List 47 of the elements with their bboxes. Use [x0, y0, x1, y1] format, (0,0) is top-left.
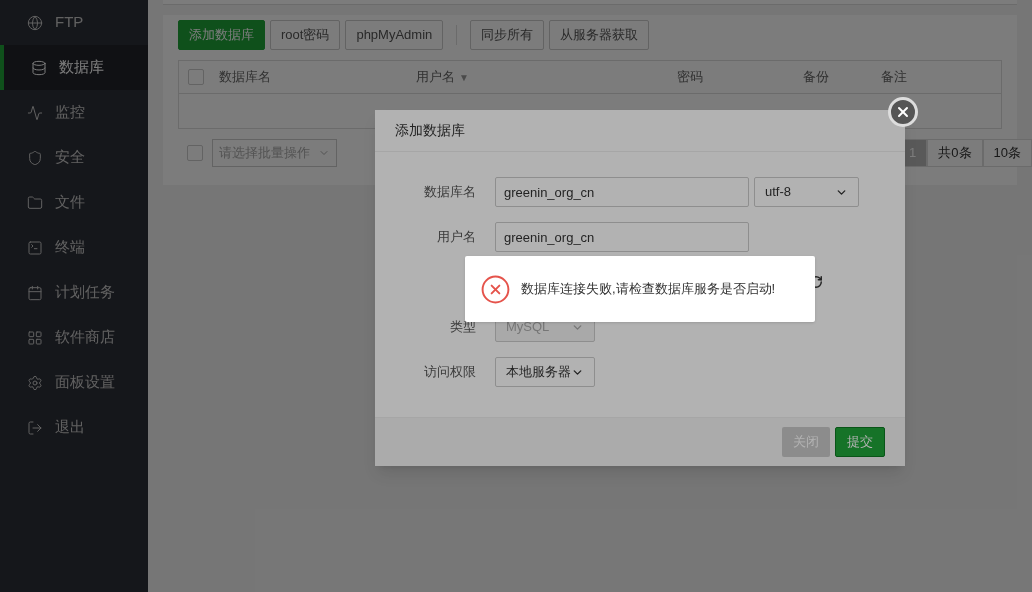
logout-icon: [27, 419, 43, 436]
field-label: 用户名: [436, 228, 476, 247]
field-label: 访问权限: [423, 363, 476, 382]
dialog-button[interactable]: 提交: [835, 427, 885, 457]
sidebar-item[interactable]: 文件: [0, 180, 148, 225]
sort-icon: ▼: [459, 69, 469, 85]
column-header[interactable]: 密码: [628, 67, 751, 87]
close-icon: [895, 104, 911, 120]
checkbox[interactable]: [187, 145, 203, 161]
error-icon: [480, 273, 511, 305]
sidebar-item[interactable]: 安全: [0, 135, 148, 180]
toast-message: 数据库连接失败,请检查数据库服务是否启动!: [521, 280, 776, 299]
field-label: 数据库名: [423, 183, 476, 202]
database-icon: [31, 59, 47, 76]
folder-icon: [27, 194, 43, 211]
sidebar-item[interactable]: 退出: [0, 405, 148, 450]
sidebar-item[interactable]: 计划任务: [0, 270, 148, 315]
select-field[interactable]: utf-8: [754, 177, 859, 207]
checkbox[interactable]: [188, 69, 204, 85]
dialog-title: 添加数据库: [395, 121, 465, 140]
pagination-item: 共0条: [927, 139, 983, 167]
sidebar-item[interactable]: 面板设置: [0, 360, 148, 405]
sidebar-item[interactable]: 数据库: [0, 45, 148, 90]
pagination-item: 10条: [982, 139, 1032, 167]
toolbar-button[interactable]: phpMyAdmin: [345, 20, 444, 50]
terminal-icon: [27, 239, 43, 256]
column-header[interactable]: 用户名 ▼: [416, 67, 628, 87]
calendar-icon: [27, 284, 43, 301]
text-field[interactable]: greenin_org_cn: [495, 222, 749, 252]
column-header[interactable]: 备注: [881, 67, 1001, 87]
sidebar-item[interactable]: FTP: [0, 0, 148, 45]
chart-icon: [27, 104, 43, 121]
toolbar-button[interactable]: 添加数据库: [178, 20, 265, 50]
toolbar-button[interactable]: root密码: [270, 20, 341, 50]
column-header[interactable]: 数据库名: [219, 67, 416, 87]
sidebar-item[interactable]: 终端: [0, 225, 148, 270]
toolbar-button[interactable]: 从服务器获取: [549, 20, 650, 50]
grid-icon: [27, 329, 43, 346]
settings-icon: [27, 374, 43, 391]
column-header[interactable]: 备份: [751, 67, 881, 87]
sidebar-item[interactable]: 软件商店: [0, 315, 148, 360]
text-field[interactable]: greenin_org_cn: [495, 177, 749, 207]
sidebar-item[interactable]: 监控: [0, 90, 148, 135]
toolbar-button[interactable]: 同步所有: [470, 20, 545, 50]
globe-icon: [27, 14, 43, 31]
shield-icon: [27, 149, 43, 166]
select-field[interactable]: 本地服务器: [495, 357, 595, 387]
